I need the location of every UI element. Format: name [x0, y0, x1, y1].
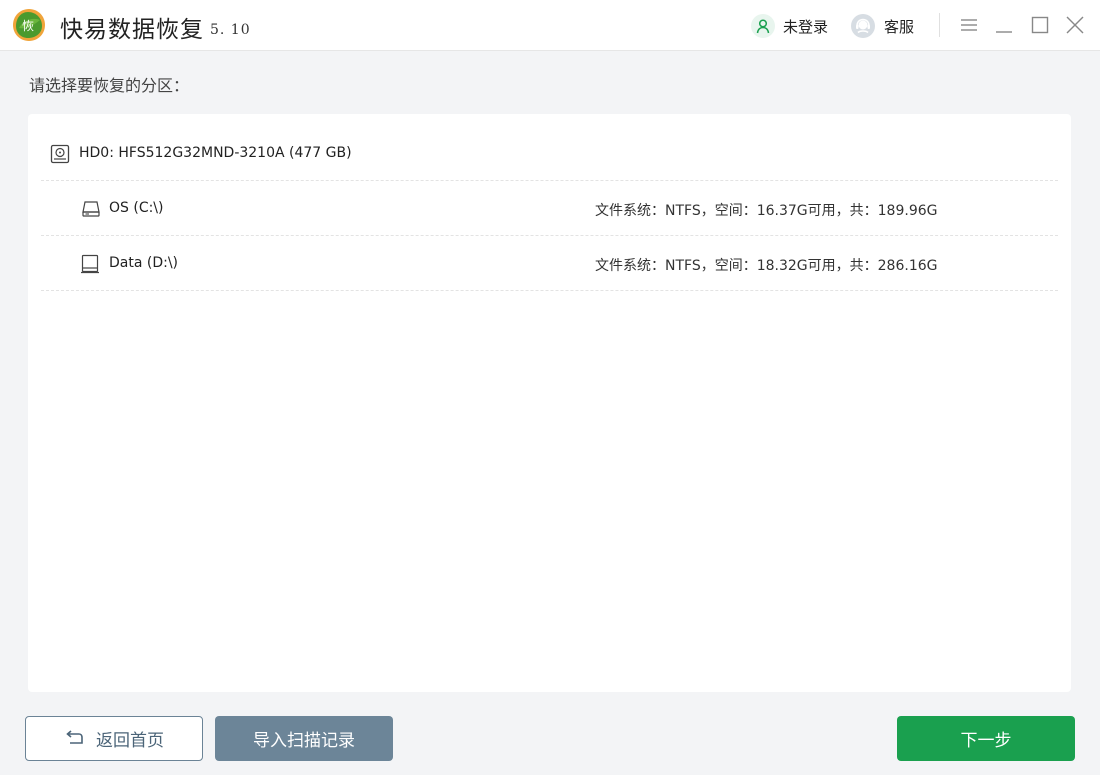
- title-bar: 恢 快易数据恢复 5. 10 未登录 客服: [0, 0, 1100, 51]
- app-title: 快易数据恢复: [60, 17, 204, 43]
- partition-name: OS (C:\): [109, 200, 164, 216]
- drive-icon: [81, 199, 101, 223]
- customer-service-button[interactable]: 客服: [851, 13, 914, 39]
- page-prompt: 请选择要恢复的分区：: [29, 76, 190, 95]
- close-button[interactable]: [1064, 14, 1086, 36]
- next-step-button[interactable]: 下一步: [897, 716, 1075, 761]
- menu-button[interactable]: [958, 14, 980, 36]
- app-version: 5. 10: [210, 22, 251, 38]
- maximize-button[interactable]: [1029, 14, 1051, 36]
- service-label: 客服: [884, 17, 915, 36]
- minimize-icon: [996, 31, 1012, 33]
- headset-icon: [851, 14, 875, 38]
- disk-name: HD0: HFS512G32MND-3210A (477 GB): [79, 145, 352, 161]
- user-icon: [751, 14, 775, 38]
- next-step-label: 下一步: [960, 731, 1012, 751]
- partition-row-d[interactable]: Data (D:\) 文件系统：NTFS，空间：18.32G可用，共：286.1…: [41, 236, 1058, 291]
- close-icon: [1066, 16, 1084, 34]
- app-logo: 恢: [11, 8, 47, 42]
- import-scan-record-label: 导入扫描记录: [253, 731, 355, 751]
- disk-row-hd0[interactable]: HD0: HFS512G32MND-3210A (477 GB): [41, 126, 1058, 181]
- return-arrow-icon: [64, 729, 84, 748]
- hard-disk-icon: [50, 144, 70, 168]
- partition-row-c[interactable]: OS (C:\) 文件系统：NTFS，空间：16.37G可用，共：189.96G: [41, 181, 1058, 236]
- login-button[interactable]: 未登录: [751, 13, 828, 39]
- back-home-label: 返回首页: [96, 731, 164, 751]
- partition-list-panel: HD0: HFS512G32MND-3210A (477 GB) OS (C:\…: [28, 114, 1071, 692]
- titlebar-divider: [939, 13, 940, 37]
- import-scan-record-button[interactable]: 导入扫描记录: [215, 716, 393, 761]
- back-home-button[interactable]: 返回首页: [25, 716, 203, 761]
- maximize-icon: [1031, 16, 1049, 34]
- menu-icon: [961, 19, 977, 31]
- login-label: 未登录: [783, 17, 829, 36]
- drive-icon: [80, 254, 100, 278]
- partition-info: 文件系统：NTFS，空间：16.37G可用，共：189.96G: [595, 203, 938, 219]
- minimize-button[interactable]: [993, 14, 1015, 36]
- logo-lettering: 恢: [22, 19, 34, 33]
- partition-name: Data (D:\): [109, 255, 179, 271]
- partition-info: 文件系统：NTFS，空间：18.32G可用，共：286.16G: [595, 258, 938, 274]
